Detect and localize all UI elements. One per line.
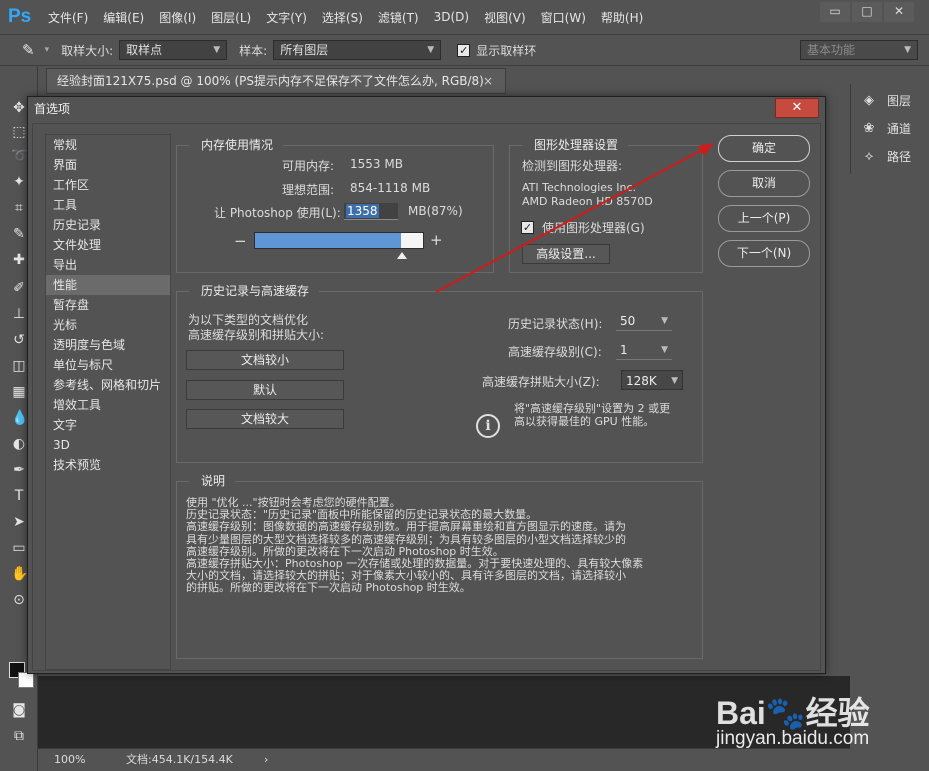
baidu-watermark: Bai🐾经验 jingyan.baidu.com — [710, 684, 920, 764]
annotation-arrow-line — [435, 149, 703, 293]
annotation-arrow-head — [698, 143, 714, 156]
watermark-url: jingyan.baidu.com — [716, 728, 870, 749]
annotation-arrow — [435, 143, 714, 293]
